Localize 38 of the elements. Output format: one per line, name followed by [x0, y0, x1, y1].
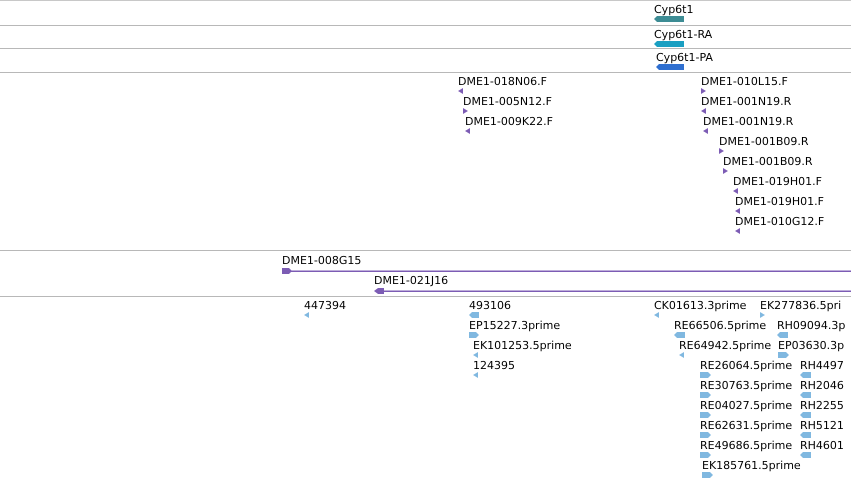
feature-label: RH4601	[800, 439, 844, 452]
feature-label: DME1-001N19.R	[701, 95, 792, 108]
feature-label: RH4497	[800, 359, 844, 372]
feature-label: DME1-010L15.F	[701, 75, 788, 88]
feature-label: RH2046	[800, 379, 844, 392]
feature-label: RE49686.5prime	[700, 439, 792, 452]
feature-label: DME1-001B09.R	[723, 155, 813, 168]
feature-label: EP15227.3prime	[469, 319, 560, 332]
feature-label: DME1-018N06.F	[458, 75, 547, 88]
feature-label: DME1-021J16	[374, 274, 448, 287]
feature-label: RE66506.5prime	[674, 319, 766, 332]
feature-label: DME1-001B09.R	[719, 135, 809, 148]
feature-label: DME1-005N12.F	[463, 95, 552, 108]
feature-label: DME1-009K22.F	[465, 115, 553, 128]
feature-label: DME1-019H01.F	[735, 195, 824, 208]
feature-label: RH2255	[800, 399, 844, 412]
feature-label: 124395	[473, 359, 515, 372]
feature-label: RE26064.5prime	[700, 359, 792, 372]
feature-label: RE04027.5prime	[700, 399, 792, 412]
feature-label: CK01613.3prime	[654, 299, 746, 312]
feature-label: Cyp6t1	[654, 3, 694, 16]
feature-label: RE30763.5prime	[700, 379, 792, 392]
feature-label: DME1-001N19.R	[703, 115, 794, 128]
feature-label: RH5121	[800, 419, 844, 432]
feature-label: EP03630.3p	[778, 339, 844, 352]
feature-label: Cyp6t1-RA	[654, 28, 712, 41]
feature-label: DME1-010G12.F	[735, 215, 824, 228]
feature-label: RE62631.5prime	[700, 419, 792, 432]
feature-label: 493106	[469, 299, 511, 312]
feature-label: EK101253.5prime	[473, 339, 572, 352]
feature-label: RE64942.5prime	[679, 339, 772, 352]
feature-label: Cyp6t1-PA	[656, 51, 713, 64]
feature-label: DME1-008G15	[282, 254, 362, 267]
feature-label: EK277836.5pri	[760, 299, 842, 312]
feature-label: DME1-019H01.F	[733, 175, 822, 188]
feature-label: RH09094.3p	[777, 319, 846, 332]
feature-label: EK185761.5prime	[702, 459, 801, 472]
feature-label: 447394	[304, 299, 346, 312]
